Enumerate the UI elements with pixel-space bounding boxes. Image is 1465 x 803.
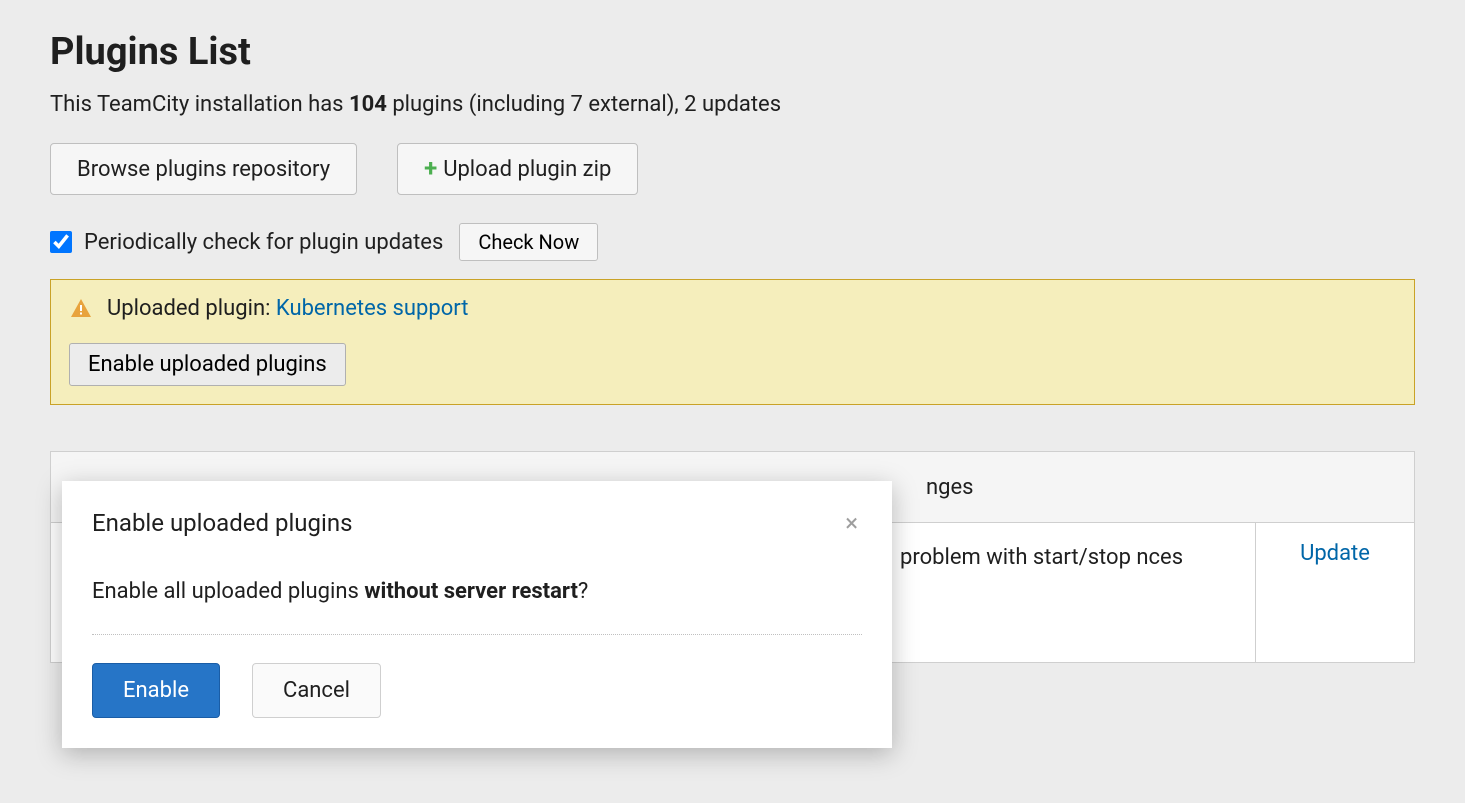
dialog-close-button[interactable]: × <box>841 509 862 537</box>
dialog-body-suffix: ? <box>578 579 588 604</box>
dialog-body: Enable all uploaded plugins without serv… <box>92 579 862 635</box>
plugin-count: 104 <box>349 92 387 117</box>
browse-plugins-repository-button[interactable]: Browse plugins repository <box>50 143 357 195</box>
uploaded-plugin-notice: Uploaded plugin: Kubernetes support Enab… <box>50 279 1415 405</box>
subtitle-suffix: plugins (including 7 external), 2 update… <box>387 92 781 117</box>
cell-action: Update <box>1256 523 1414 662</box>
check-now-button[interactable]: Check Now <box>459 223 598 261</box>
action-buttons: Browse plugins repository +Upload plugin… <box>50 143 1415 195</box>
uploaded-plugin-link[interactable]: Kubernetes support <box>276 296 469 321</box>
periodic-check-row: Periodically check for plugin updates Ch… <box>50 223 1415 261</box>
cell-changes: problem with start/stop nces <box>878 523 1256 662</box>
dialog-title: Enable uploaded plugins <box>92 509 352 537</box>
dialog-body-bold: without server restart <box>364 579 578 604</box>
update-link[interactable]: Update <box>1300 541 1370 566</box>
dialog-enable-button[interactable]: Enable <box>92 663 220 718</box>
upload-plugin-zip-button[interactable]: +Upload plugin zip <box>397 143 638 195</box>
periodic-check-checkbox[interactable] <box>50 231 72 253</box>
plus-icon: + <box>424 156 437 180</box>
dialog-cancel-button[interactable]: Cancel <box>252 663 381 718</box>
column-changes: nges <box>926 475 974 500</box>
warning-icon <box>69 297 93 321</box>
enable-uploaded-plugins-button[interactable]: Enable uploaded plugins <box>69 343 346 386</box>
enable-plugins-dialog: Enable uploaded plugins × Enable all upl… <box>62 481 892 748</box>
upload-plugin-zip-label: Upload plugin zip <box>443 157 611 182</box>
subtitle-prefix: This TeamCity installation has <box>50 92 349 117</box>
page-title: Plugins List <box>50 30 1415 74</box>
close-icon: × <box>845 509 858 537</box>
dialog-body-prefix: Enable all uploaded plugins <box>92 579 364 604</box>
dialog-actions: Enable Cancel <box>92 663 862 718</box>
notice-prefix: Uploaded plugin: <box>107 296 276 321</box>
page-subtitle: This TeamCity installation has 104 plugi… <box>50 92 1415 117</box>
periodic-check-label: Periodically check for plugin updates <box>84 230 443 255</box>
notice-text: Uploaded plugin: Kubernetes support <box>107 296 468 321</box>
